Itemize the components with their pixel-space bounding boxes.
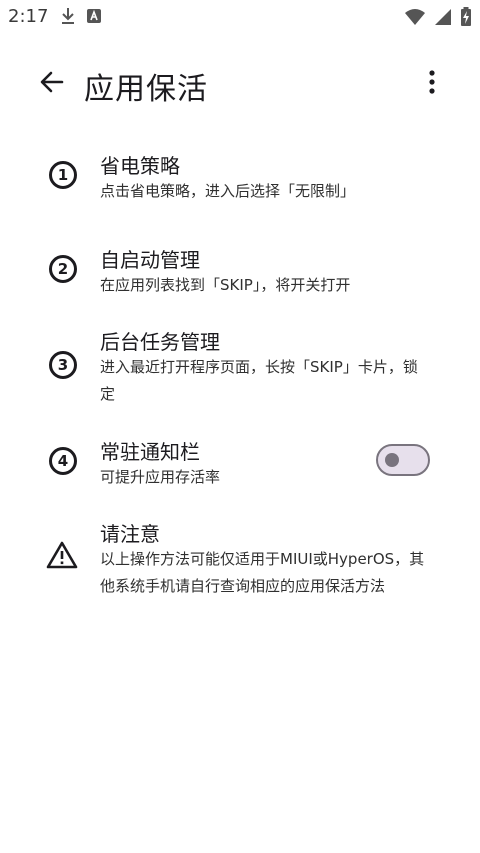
list-item-persistent-notification[interactable]: 4 常驻通知栏 可提升应用存活率 — [0, 428, 480, 502]
item-description: 以上操作方法可能仅适用于MIUI或HyperOS，其他系统手机请自行查询相应的应… — [100, 550, 425, 595]
more-vert-icon — [429, 70, 435, 98]
item-description: 点击省电策略，进入后选择「无限制」 — [100, 182, 356, 200]
battery-charging-icon — [460, 7, 472, 31]
item-description: 进入最近打开程序页面，长按「SKIP」卡片，锁定 — [100, 358, 418, 403]
number-1-icon: 1 — [46, 158, 80, 192]
status-left-icons — [60, 7, 102, 29]
more-options-button[interactable] — [420, 68, 444, 100]
list-item-power-strategy[interactable]: 1 省电策略 点击省电策略，进入后选择「无限制」 — [0, 140, 480, 220]
warning-icon — [46, 540, 80, 574]
item-title: 自启动管理 — [100, 248, 200, 272]
app-a-icon — [86, 8, 102, 28]
number-3-icon: 3 — [46, 348, 80, 382]
item-description: 在应用列表找到「SKIP」，将开关打开 — [100, 276, 351, 294]
back-button[interactable] — [36, 68, 68, 100]
app-bar: 应用保活 — [0, 56, 480, 112]
status-time: 2:17 — [8, 6, 49, 27]
item-title: 常驻通知栏 — [100, 440, 200, 464]
status-right-icons — [404, 7, 472, 31]
signal-icon — [434, 8, 452, 30]
notification-toggle[interactable] — [376, 444, 430, 476]
item-title: 请注意 — [100, 522, 160, 546]
page-title: 应用保活 — [84, 72, 208, 107]
list-item-autostart[interactable]: 2 自启动管理 在应用列表找到「SKIP」，将开关打开 — [0, 234, 480, 314]
status-bar: 2:17 — [0, 0, 480, 34]
download-icon — [60, 7, 76, 29]
number-2-icon: 2 — [46, 252, 80, 286]
toggle-thumb — [385, 453, 399, 467]
item-title: 后台任务管理 — [100, 330, 220, 354]
item-title: 省电策略 — [100, 154, 180, 178]
wifi-icon — [404, 8, 426, 30]
number-4-icon: 4 — [46, 444, 80, 478]
list-item-notice: 请注意 以上操作方法可能仅适用于MIUI或HyperOS，其他系统手机请自行查询… — [0, 510, 480, 610]
list-item-background-tasks[interactable]: 3 后台任务管理 进入最近打开程序页面，长按「SKIP」卡片，锁定 — [0, 318, 480, 418]
arrow-back-icon — [39, 69, 65, 99]
